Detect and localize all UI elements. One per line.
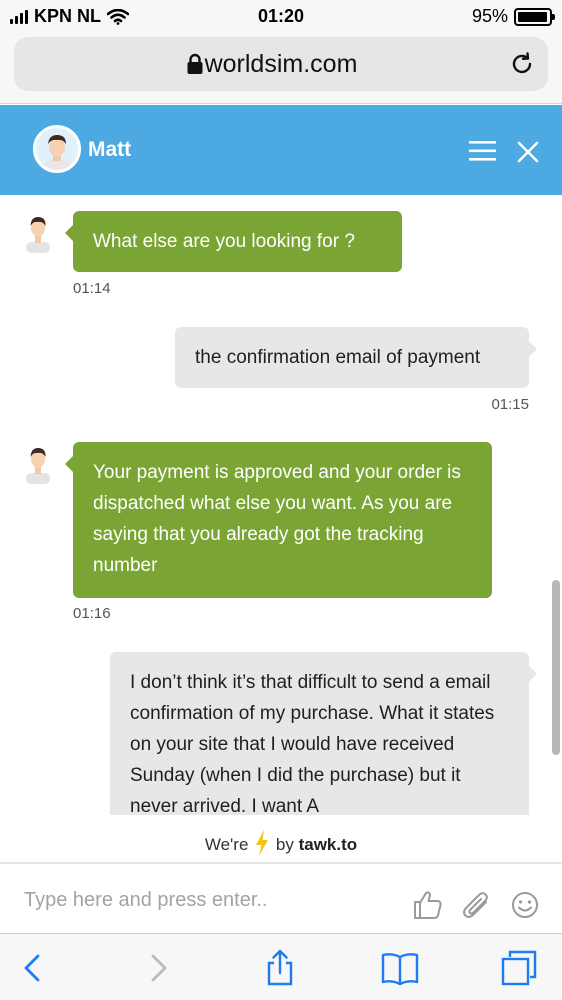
- battery-percent: 95%: [471, 6, 508, 26]
- menu-icon[interactable]: [469, 140, 496, 162]
- tabs-icon[interactable]: [499, 948, 539, 988]
- battery-level: [518, 11, 547, 22]
- message-text: Your payment is approved and your order …: [93, 462, 461, 576]
- visitor-message: I don’t think it’s that difficult to sen…: [110, 652, 537, 815]
- status-bar: KPN NL 01:20 95%: [0, 0, 562, 34]
- message-text: I don’t think it’s that difficult to sen…: [130, 672, 495, 815]
- agent-avatar-icon: [26, 448, 50, 484]
- message-time: 01:14: [73, 280, 111, 297]
- forward-icon[interactable]: [138, 948, 178, 988]
- close-icon[interactable]: [517, 141, 539, 163]
- message-time: 01:16: [73, 605, 111, 622]
- composer: [0, 866, 562, 933]
- message-text: What else are you looking for ?: [93, 231, 355, 252]
- agent-avatar-icon: [26, 217, 50, 253]
- back-icon[interactable]: [13, 948, 53, 988]
- agent-name: Matt: [88, 138, 132, 161]
- message-time: 01:15: [491, 396, 529, 413]
- message-text: the confirmation email of payment: [195, 347, 481, 368]
- lightning-bolt-icon: [256, 830, 269, 856]
- message-input[interactable]: [14, 884, 394, 916]
- smiley-icon[interactable]: [508, 888, 542, 922]
- agent-avatar: [33, 125, 81, 173]
- bookmarks-icon[interactable]: [380, 948, 420, 988]
- branding-middle: by: [275, 835, 294, 854]
- thumbs-up-icon[interactable]: [411, 888, 445, 922]
- paperclip-icon[interactable]: [460, 888, 494, 922]
- agent-message: What else are you looking for ?: [65, 211, 402, 272]
- visitor-message: the confirmation email of payment: [175, 327, 537, 388]
- share-icon[interactable]: [260, 948, 300, 988]
- powered-by-branding[interactable]: We're by tawk.to: [0, 818, 562, 864]
- url-text: worldsim.com: [204, 50, 358, 78]
- message-list[interactable]: What else are you looking for ? 01:14 th…: [0, 195, 562, 815]
- address-bar[interactable]: worldsim.com: [14, 37, 548, 91]
- browser-address-area: worldsim.com: [0, 34, 562, 104]
- branding-prefix: We're: [204, 835, 249, 854]
- chat-scrollbar[interactable]: [552, 580, 560, 755]
- agent-message: Your payment is approved and your order …: [65, 442, 492, 598]
- browser-toolbar: [0, 933, 562, 1000]
- reload-icon[interactable]: [509, 51, 535, 77]
- chat-header: Matt: [0, 105, 562, 195]
- branding-brand[interactable]: tawk.to: [299, 835, 358, 854]
- status-right: 95%: [471, 6, 555, 27]
- battery-icon: [514, 7, 555, 26]
